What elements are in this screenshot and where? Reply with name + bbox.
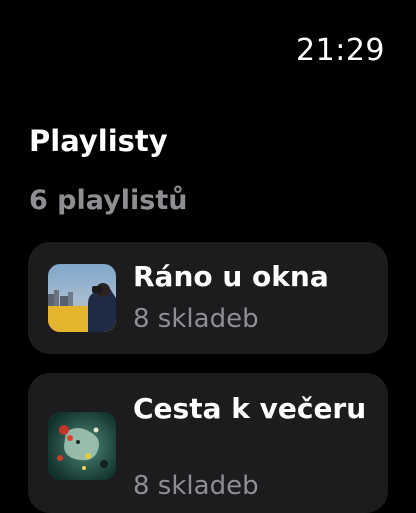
- playlist-card[interactable]: Ráno u okna 8 skladeb: [28, 242, 388, 354]
- playlist-count: 6 playlistů: [29, 185, 188, 216]
- status-time: 21:29: [296, 33, 385, 68]
- playlist-artwork-image: [48, 412, 116, 480]
- playlist-track-count: 8 skladeb: [133, 304, 259, 334]
- playlist-title: Cesta k večeru: [133, 392, 367, 425]
- playlist-track-count: 8 skladeb: [133, 471, 259, 501]
- page-title: Playlisty: [29, 124, 168, 158]
- playlist-title: Ráno u okna: [133, 260, 329, 293]
- playlist-artwork-image: [48, 264, 116, 332]
- playlist-card[interactable]: Cesta k večeru 8 skladeb: [28, 373, 388, 513]
